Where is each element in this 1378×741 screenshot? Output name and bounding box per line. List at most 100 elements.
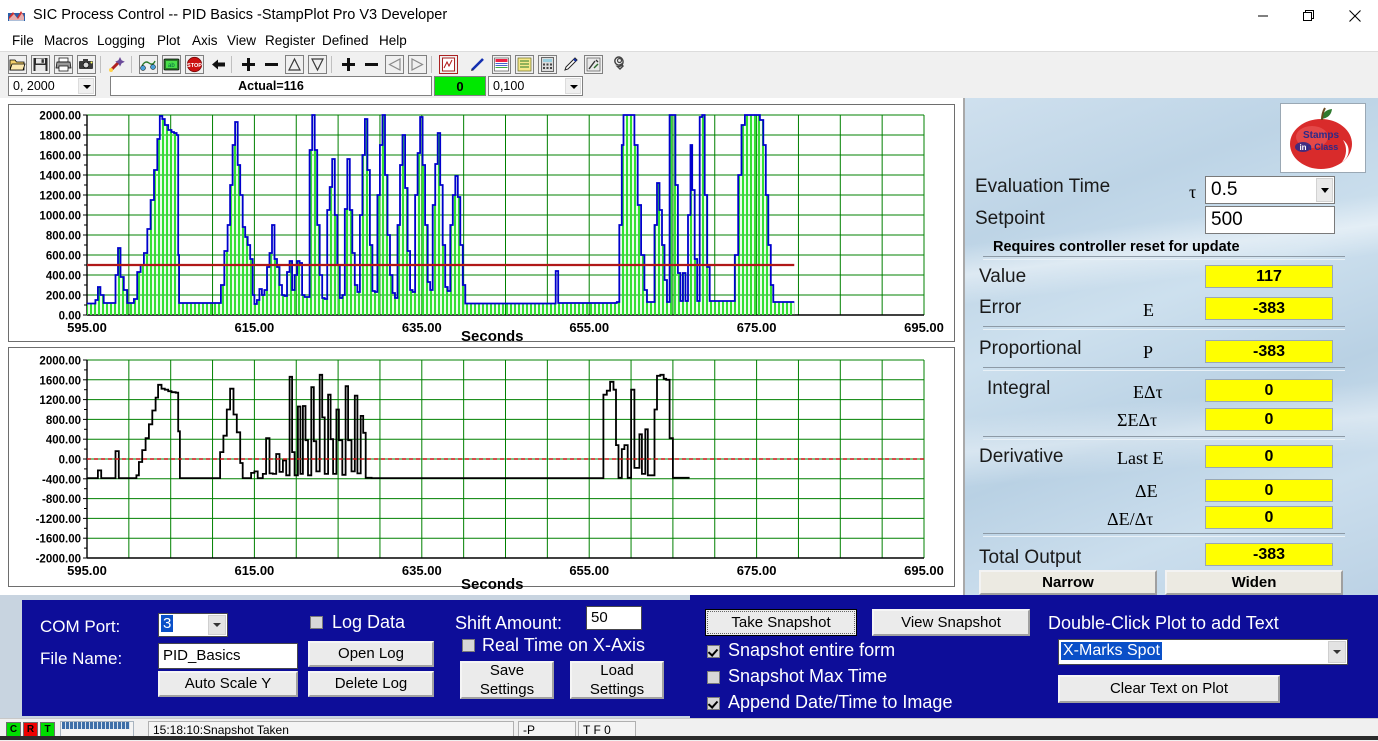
real-time-x-axis-checkbox[interactable] [462,639,475,652]
menu-item-axis[interactable]: Axis [192,33,218,48]
upper-plot[interactable]: 2000.00 1800.00 1600.00 1400.00 1200.00 1000.… [8,104,955,342]
load-settings-button[interactable]: Load Settings [570,661,664,699]
title-bar: SIC Process Control -- PID Basics -Stamp… [0,0,1378,32]
status-led-r[interactable]: R [23,722,38,737]
actual-readout: Actual=116 [110,76,432,96]
append-datetime-checkbox[interactable] [707,697,720,710]
status-field-p-text: -P [523,723,535,737]
wand-icon[interactable] [108,55,127,74]
error-readout: -383 [1205,297,1333,320]
x-tick-label: 635.00 [402,563,442,578]
open-log-button[interactable]: Open Log [308,641,434,667]
scroll-right-icon[interactable] [408,55,427,74]
delete-log-button[interactable]: Delete Log [308,671,434,697]
lower-plot[interactable]: 2000.00 1600.00 1200.00 800.00 400.00 0.00 -40… [8,347,955,587]
y-tick-label: -400.00 [42,474,81,486]
chevron-down-icon[interactable] [208,615,226,635]
wrench-icon[interactable] [607,55,626,74]
com-port-combo[interactable]: 3 [158,613,228,637]
y-tick-label: 0.00 [59,455,81,467]
stop-icon[interactable]: STOP [185,55,204,74]
menu-item-help[interactable]: Help [379,33,407,48]
marker-icon[interactable] [561,55,580,74]
snapshot-max-time-checkbox[interactable] [707,671,720,684]
menu-item-file[interactable]: File [12,33,34,48]
terminal-icon[interactable]: ab [162,55,181,74]
close-button[interactable] [1332,0,1378,31]
delta-e-symbol: ΔE [1135,481,1158,501]
y-tick-label: 1600.00 [39,151,81,163]
widen-button[interactable]: Widen [1165,570,1343,595]
pen-icon[interactable] [468,55,487,74]
chevron-down-icon[interactable] [1316,178,1333,202]
connect-icon[interactable] [139,55,158,74]
menu-item-register[interactable]: Register [265,33,315,48]
log-data-checkbox[interactable] [310,616,323,629]
double-click-hint: Double-Click Plot to add Text [1048,613,1279,633]
maximize-button[interactable] [1286,0,1332,31]
menu-item-logging[interactable]: Logging [97,33,145,48]
y-range-combo[interactable]: 0, 2000 [8,76,96,96]
open-file-icon[interactable] [8,55,27,74]
y-tick-label: 1800.00 [39,131,81,143]
view-snapshot-button[interactable]: View Snapshot [872,609,1030,636]
plot-text-combo[interactable]: X-Marks Spot [1058,639,1348,665]
data-table-icon[interactable] [492,55,511,74]
save-settings-line2: Settings [479,681,535,698]
y-tick-label: 1200.00 [39,395,81,407]
total-output-label: Total Output [979,547,1082,568]
plot-window-icon[interactable] [439,55,458,74]
calculator-icon[interactable] [538,55,557,74]
com-port-label: COM Port: [40,617,121,636]
back-arrow-icon[interactable] [209,55,228,74]
zoom-in-y-icon[interactable] [239,55,258,74]
menu-item-view[interactable]: View [227,33,256,48]
scroll-down-icon[interactable] [308,55,327,74]
clear-text-on-plot-button[interactable]: Clear Text on Plot [1058,675,1280,703]
shift-amount-input[interactable]: 50 [586,606,642,630]
last-error-readout: 0 [1205,445,1333,468]
file-name-value: PID_Basics [163,647,241,664]
print-icon[interactable] [54,55,73,74]
zoom-in-x-icon[interactable] [339,55,358,74]
camera-icon[interactable] [77,55,96,74]
y-tick-label: 400.00 [46,435,81,447]
setpoint-input[interactable]: 500 [1205,206,1335,234]
y-tick-label: 1600.00 [39,375,81,387]
proportional-label: Proportional [979,338,1082,359]
svg-text:in: in [1299,143,1306,152]
menu-item-macros[interactable]: Macros [44,33,88,48]
load-settings-line1: Load [600,662,634,679]
minimize-button[interactable] [1240,0,1286,31]
file-name-input[interactable]: PID_Basics [158,643,298,669]
status-led-c[interactable]: C [6,722,21,737]
chevron-down-icon[interactable] [1328,641,1346,663]
status-led-t[interactable]: T [40,722,55,737]
chevron-down-icon[interactable] [78,78,94,94]
chevron-down-icon[interactable] [565,78,581,94]
proportional-readout: -383 [1205,340,1333,363]
notes-icon[interactable] [515,55,534,74]
x-increment-combo[interactable]: 0,100 [488,76,583,96]
error-label: Error [979,297,1022,318]
auto-scale-y-button[interactable]: Auto Scale Y [158,671,298,697]
zoom-out-x-icon[interactable] [362,55,381,74]
app-icon [8,8,25,25]
zoom-out-y-icon[interactable] [262,55,281,74]
snapshot-entire-form-checkbox[interactable] [707,645,720,658]
menu-item-plot[interactable]: Plot [157,33,180,48]
save-icon[interactable] [31,55,50,74]
narrow-button[interactable]: Narrow [979,570,1157,595]
lower-plot-svg: 2000.00 1600.00 1200.00 800.00 400.00 0.00 -40… [36,356,944,579]
plot-text-value: X-Marks Spot [1061,642,1162,660]
integral-sum-readout: 0 [1205,408,1333,431]
tools-icon[interactable] [584,55,603,74]
save-settings-button[interactable]: Save Settings [460,661,554,699]
evaluation-time-input[interactable]: 0.5 [1205,176,1335,204]
scroll-left-icon[interactable] [385,55,404,74]
scroll-up-icon[interactable] [285,55,304,74]
setpoint-value: 500 [1211,209,1243,230]
x-tick-label: 675.00 [737,320,777,335]
take-snapshot-button[interactable]: Take Snapshot [705,609,857,636]
menu-item-defined[interactable]: Defined [322,33,369,48]
